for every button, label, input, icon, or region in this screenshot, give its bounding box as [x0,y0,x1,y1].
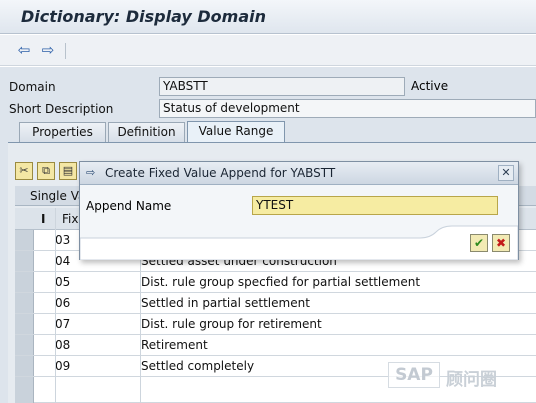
dialog-window-icon: ⇨ [86,166,96,179]
application-toolbar: ⇦ ⇨ [0,35,536,66]
fix-value: 09 [55,359,71,373]
row-selector[interactable] [15,293,34,313]
watermark-logo: SAP 顾问圈 [388,362,526,390]
cut-icon[interactable]: ✂ [15,162,33,180]
short-description-label: Short Description [9,102,114,116]
fix-value: 05 [55,275,71,289]
short-text: Retirement [141,338,208,352]
back-arrow-icon[interactable]: ⇦ [14,41,34,59]
watermark-brand: SAP [388,362,440,388]
row-selector[interactable] [15,356,34,376]
tab-properties[interactable]: Properties [19,122,106,142]
dialog-title-bar: ⇨ Create Fixed Value Append for YABSTT ✕ [80,162,518,185]
dialog-title: Create Fixed Value Append for YABSTT [105,166,336,180]
short-text: Dist. rule group for retirement [141,317,322,331]
title-bar: Dictionary: Display Domain [0,0,536,34]
paste-icon[interactable]: ▤ [59,162,77,180]
append-name-label: Append Name [86,199,172,213]
tab-value-range[interactable]: Value Range [187,121,285,143]
dialog-footer-curve [80,225,518,260]
row-selector[interactable] [15,272,34,292]
domain-label: Domain [9,80,56,94]
grid-section-title: Single Va [30,189,86,203]
create-append-dialog: ⇨ Create Fixed Value Append for YABSTT ✕… [79,161,519,260]
fix-value: 07 [55,317,71,331]
table-row[interactable]: 07 Dist. rule group for retirement [15,314,536,335]
close-icon[interactable]: ✕ [498,165,514,181]
row-selector[interactable] [15,230,34,250]
short-text: Settled completely [141,359,255,373]
column-header-i: I [41,212,46,226]
fix-value: 06 [55,296,71,310]
row-selector[interactable] [15,251,34,271]
toolbar-separator [65,43,66,59]
tab-definition[interactable]: Definition [108,122,185,142]
domain-field[interactable]: YABSTT [159,77,405,96]
table-row[interactable]: 06 Settled in partial settlement [15,293,536,314]
short-text: Settled in partial settlement [141,296,310,310]
short-text: Dist. rule group specfied for partial se… [141,275,421,289]
column-divider [55,208,56,403]
checkmark-icon[interactable]: ✔ [470,234,488,252]
watermark-text: 顾问圈 [446,370,497,390]
row-selector[interactable] [15,377,34,403]
cancel-x-icon[interactable]: ✖ [492,234,510,252]
append-name-input[interactable]: YTEST [252,196,498,215]
dialog-footer: ✔ ✖ [80,224,518,260]
fix-value: 08 [55,338,71,352]
row-selector[interactable] [15,335,34,355]
window-title: Dictionary: Display Domain [21,7,266,26]
table-row[interactable]: 05 Dist. rule group specfied for partial… [15,272,536,293]
forward-arrow-icon[interactable]: ⇨ [38,41,58,59]
copy-icon[interactable]: ⧉ [37,162,55,180]
status-text: Active [411,79,449,93]
short-description-field[interactable]: Status of development [159,99,536,118]
row-selector[interactable] [15,314,34,334]
table-row[interactable]: 08 Retirement [15,335,536,356]
